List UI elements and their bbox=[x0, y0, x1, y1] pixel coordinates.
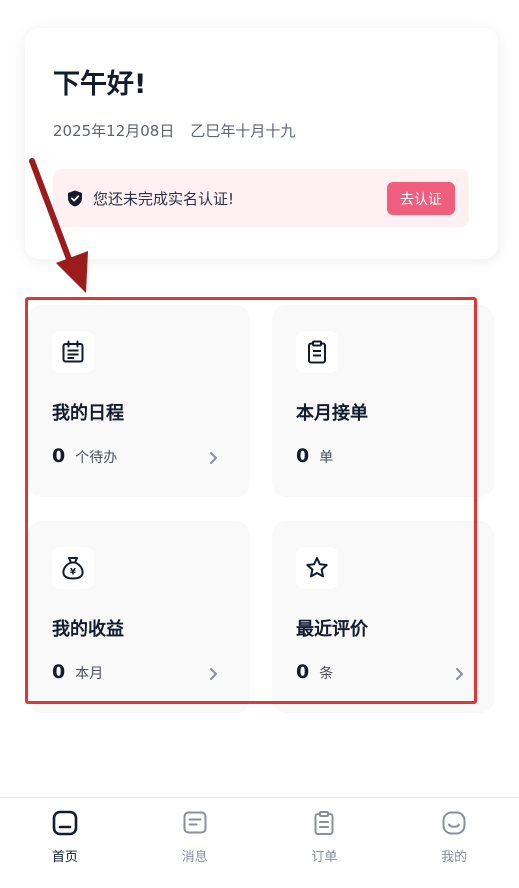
tab-label: 订单 bbox=[311, 850, 338, 865]
tile-unit: 个待办 bbox=[75, 450, 118, 466]
home-page: 下午好! 2025年12月08日乙巳年十月十九 您还未完成实名认证! 去认证 bbox=[0, 0, 519, 888]
annotation-arrow bbox=[29, 158, 88, 293]
tile-count: 0 bbox=[52, 661, 66, 683]
tile-earnings[interactable]: ¥ 我的收益 0 本月 bbox=[28, 521, 250, 713]
tab-profile[interactable]: 我的 bbox=[389, 798, 519, 888]
tile-icon-box: ¥ bbox=[52, 547, 94, 589]
message-icon bbox=[183, 811, 207, 834]
date-line: 2025年12月08日 乙巳年十月十九 bbox=[53, 120, 295, 141]
chevron-right-icon bbox=[210, 668, 217, 680]
tile-unit: 单 bbox=[319, 450, 334, 466]
tile-stat: 0 条 bbox=[296, 661, 333, 683]
tab-messages[interactable]: 消息 bbox=[130, 798, 260, 888]
tab-orders[interactable]: 订单 bbox=[260, 798, 390, 888]
money-bag-icon: ¥ bbox=[62, 557, 84, 580]
greeting-title: 下午好! bbox=[53, 69, 147, 100]
clipboard-icon bbox=[308, 340, 326, 364]
tile-title: 我的收益 bbox=[52, 619, 124, 640]
tab-label: 首页 bbox=[51, 850, 78, 865]
tile-count: 0 bbox=[296, 445, 310, 467]
tile-stat: 0 个待办 bbox=[52, 445, 117, 467]
verify-notice-bar: 您还未完成实名认证! 去认证 bbox=[53, 169, 469, 227]
tile-schedule[interactable]: 我的日程 0 个待办 bbox=[28, 305, 250, 497]
solar-date: 2025年12月08日 bbox=[53, 122, 175, 140]
tile-title: 本月接单 bbox=[296, 403, 368, 424]
order-icon bbox=[314, 811, 334, 835]
tile-title: 我的日程 bbox=[52, 403, 124, 424]
tile-title: 最近评价 bbox=[296, 619, 368, 640]
tile-stat: 0 本月 bbox=[52, 661, 103, 683]
tile-icon-box bbox=[296, 547, 338, 589]
profile-icon bbox=[442, 811, 466, 835]
chevron-right-icon bbox=[456, 668, 463, 680]
tile-stat: 0 单 bbox=[296, 445, 333, 467]
verify-button[interactable]: 去认证 bbox=[387, 182, 455, 215]
lunar-date: 乙巳年十月十九 bbox=[190, 122, 296, 140]
svg-text:¥: ¥ bbox=[70, 568, 76, 578]
tab-label: 我的 bbox=[441, 850, 468, 865]
tile-recent-reviews[interactable]: 最近评价 0 条 bbox=[272, 521, 494, 713]
tab-label: 消息 bbox=[181, 850, 208, 865]
home-icon bbox=[52, 810, 78, 836]
tile-unit: 条 bbox=[319, 666, 334, 682]
calendar-icon bbox=[62, 340, 84, 363]
bottom-tab-bar: 首页 消息 订单 我的 bbox=[0, 797, 519, 888]
star-icon bbox=[306, 557, 328, 578]
tile-unit: 本月 bbox=[75, 666, 104, 682]
tab-home[interactable]: 首页 bbox=[0, 798, 130, 888]
tile-monthly-orders[interactable]: 本月接单 0 单 bbox=[272, 305, 494, 497]
chevron-right-icon bbox=[210, 452, 217, 464]
tile-icon-box bbox=[52, 331, 94, 373]
tile-count: 0 bbox=[296, 661, 310, 683]
tile-count: 0 bbox=[52, 445, 66, 467]
verify-notice-text: 您还未完成实名认证! bbox=[93, 190, 235, 208]
tile-icon-box bbox=[296, 331, 338, 373]
